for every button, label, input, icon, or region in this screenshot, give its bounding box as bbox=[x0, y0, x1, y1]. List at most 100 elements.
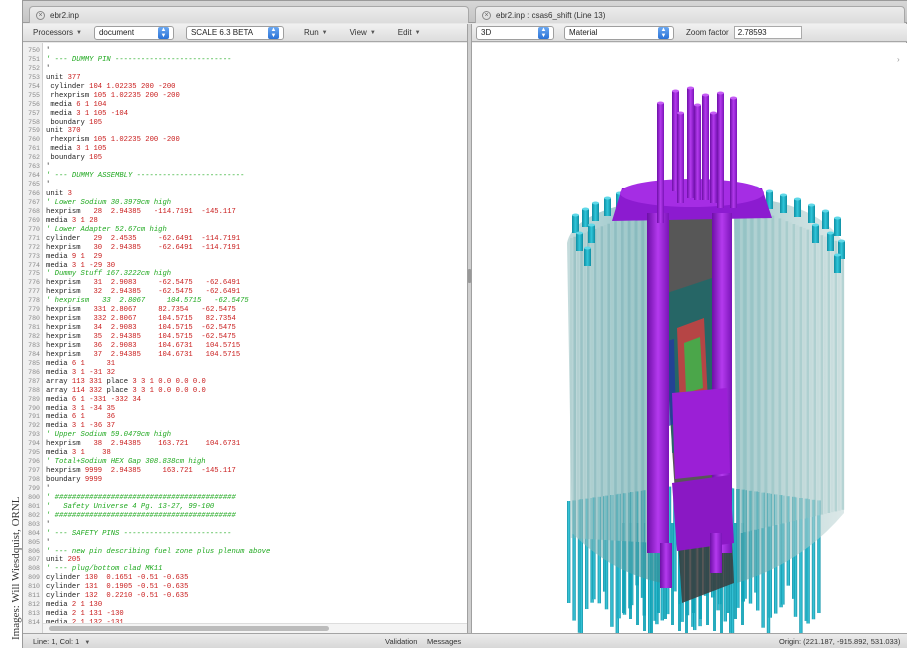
code-line[interactable]: 757 media 3 1 105 -104 bbox=[23, 110, 467, 119]
code-line[interactable]: 753 unit 377 bbox=[23, 74, 467, 83]
code-line[interactable]: 807 unit 205 bbox=[23, 556, 467, 565]
code-line[interactable]: 772 hexprism 30 2.94385 -62.6491 -114.719… bbox=[23, 244, 467, 253]
code-line[interactable]: 786 media 3 1 -31 32 bbox=[23, 369, 467, 378]
assembly-column bbox=[831, 239, 834, 513]
code-line[interactable]: 771 cylinder 29 2.4535 -62.6491 -114.7191 bbox=[23, 235, 467, 244]
edit-menu[interactable]: Edit ▼ bbox=[398, 28, 421, 37]
code-line[interactable]: 761 media 3 1 105 bbox=[23, 145, 467, 154]
close-icon[interactable]: × bbox=[482, 10, 491, 20]
code-line[interactable]: 776 hexprism 31 2.9083 -62.5475 -62.6491 bbox=[23, 279, 467, 288]
horizontal-scrollbar[interactable] bbox=[43, 623, 467, 633]
code-line[interactable]: 752 ' bbox=[23, 65, 467, 74]
messages-button[interactable]: Messages bbox=[427, 637, 461, 646]
code-line[interactable]: 802 ' ###################################… bbox=[23, 512, 467, 521]
code-line[interactable]: 813 media 2 1 131 -130 bbox=[23, 610, 467, 619]
tab-ebr2-input[interactable]: × ebr2.inp bbox=[29, 6, 469, 23]
code-line[interactable]: 754 cylinder 104 1.02235 200 -200 bbox=[23, 83, 467, 92]
code-line[interactable]: 769 media 3 1 28 bbox=[23, 217, 467, 226]
code-line[interactable]: 766 unit 3 bbox=[23, 190, 467, 199]
view-mode-select[interactable]: 3D ▲ ▼ bbox=[476, 25, 554, 40]
line-text: media 6 1 31 bbox=[46, 359, 116, 368]
cursor-position[interactable]: Line: 1, Col: 1 ▼ bbox=[33, 637, 90, 646]
line-number: 812 bbox=[28, 601, 40, 609]
assembly-column bbox=[634, 213, 638, 542]
code-line[interactable]: 795 media 3 1 38 bbox=[23, 449, 467, 458]
zoom-factor-input[interactable]: 2.78593 bbox=[733, 26, 802, 39]
code-line[interactable]: 750 ' bbox=[23, 47, 467, 56]
code-line[interactable]: 796 ' Total+Sodium HEX Gap 308.838cm high bbox=[23, 458, 467, 467]
line-number: 754 bbox=[28, 82, 40, 90]
code-line[interactable]: 809 cylinder 130 0.1651 -0.51 -0.635 bbox=[23, 574, 467, 583]
view-menu[interactable]: View ▼ bbox=[350, 28, 376, 37]
code-line[interactable]: 799 ' bbox=[23, 485, 467, 494]
line-number: 803 bbox=[28, 520, 40, 528]
code-line[interactable]: 783 hexprism 36 2.9083 104.6731 104.5715 bbox=[23, 342, 467, 351]
geometry-3d-viewer[interactable]: › bbox=[472, 43, 907, 633]
code-line[interactable]: 793 ' Upper Sodium 59.0479cm high bbox=[23, 431, 467, 440]
code-line[interactable]: 792 media 3 1 -36 37 bbox=[23, 422, 467, 431]
code-editor[interactable]: 750 ' 751 ' --- DUMMY PIN -----------------… bbox=[23, 43, 467, 633]
line-text: cylinder 132 0.2210 -0.51 -0.635 bbox=[46, 592, 189, 601]
code-line[interactable]: 806 ' --- new pin describing fuel zone pl… bbox=[23, 548, 467, 557]
assembly-column bbox=[580, 234, 583, 539]
code-line[interactable]: 779 hexprism 331 2.8067 82.7354 -62.5475 bbox=[23, 306, 467, 315]
document-select[interactable]: document ▲ ▼ bbox=[93, 25, 174, 40]
run-menu[interactable]: Run ▼ bbox=[304, 28, 328, 37]
code-line[interactable]: 774 media 3 1 -29 30 bbox=[23, 262, 467, 271]
code-line[interactable]: 805 ' bbox=[23, 539, 467, 548]
code-line[interactable]: 759 unit 370 bbox=[23, 127, 467, 136]
line-number: 777 bbox=[28, 288, 40, 296]
code-line[interactable]: 758 boundary 105 bbox=[23, 119, 467, 128]
pin-cap bbox=[582, 209, 589, 227]
code-line[interactable]: 781 hexprism 34 2.9083 104.5715 -62.5475 bbox=[23, 324, 467, 333]
code-line[interactable]: 788 array 114 332 place 3 3 1 0.0 0.0 0.0 bbox=[23, 387, 467, 396]
line-number: 798 bbox=[28, 476, 40, 483]
code-line[interactable]: 803 ' bbox=[23, 521, 467, 530]
processors-menu[interactable]: Processors ▼ bbox=[33, 28, 82, 37]
line-number: 762 bbox=[28, 154, 40, 162]
code-line[interactable]: 784 hexprism 37 2.94385 104.6731 104.5715 bbox=[23, 351, 467, 360]
code-line[interactable]: 810 cylinder 131 0.1905 -0.51 -0.635 bbox=[23, 583, 467, 592]
code-line[interactable]: 782 hexprism 35 2.94385 104.5715 -62.5475 bbox=[23, 333, 467, 342]
line-text: media 9 1 29 bbox=[46, 252, 103, 261]
code-line[interactable]: 801 ' Safety Universe 4 Pg. 13-27, 99-100 bbox=[23, 503, 467, 512]
scrollbar-thumb[interactable] bbox=[49, 626, 329, 631]
code-line[interactable]: 797 hexprism 9999 2.94385 163.721 -145.11… bbox=[23, 467, 467, 476]
code-line[interactable]: 785 media 6 1 31 bbox=[23, 360, 467, 369]
code-line[interactable]: 764 ' --- DUMMY ASSEMBLY ----------------… bbox=[23, 172, 467, 181]
code-line[interactable]: 804 ' --- SAFETY PINS -------------------… bbox=[23, 530, 467, 539]
tab-geometry-viewer[interactable]: × ebr2.inp : csas6_shift (Line 13) bbox=[475, 6, 905, 23]
close-icon[interactable]: × bbox=[36, 10, 45, 20]
pin-cap bbox=[812, 225, 819, 243]
code-line[interactable]: 751 ' --- DUMMY PIN ---------------------… bbox=[23, 56, 467, 65]
splitter-grip-icon[interactable] bbox=[468, 269, 471, 283]
code-line[interactable]: 790 media 3 1 -34 35 bbox=[23, 405, 467, 414]
color-by-select[interactable]: Material ▲ ▼ bbox=[564, 25, 674, 40]
code-line[interactable]: 770 ' Lower Adapter 52.67cm high bbox=[23, 226, 467, 235]
code-line[interactable]: 768 hexprism 28 2.94385 -114.7191 -145.11… bbox=[23, 208, 467, 217]
code-line[interactable]: 765 ' bbox=[23, 181, 467, 190]
code-line[interactable]: 798 boundary 9999 bbox=[23, 476, 467, 485]
code-line[interactable]: 812 media 2 1 130 bbox=[23, 601, 467, 610]
assembly-column bbox=[641, 210, 644, 543]
code-line[interactable]: 789 media 6 1 -331 -332 34 bbox=[23, 396, 467, 405]
code-line[interactable]: 767 ' Lower Sodium 30.3979cm high bbox=[23, 199, 467, 208]
code-line[interactable]: 760 rhexprism 105 1.02235 200 -200 bbox=[23, 136, 467, 145]
code-line[interactable]: 808 ' --- plug/bottom clad MK11 bbox=[23, 565, 467, 574]
code-line[interactable]: 791 media 6 1 36 bbox=[23, 413, 467, 422]
scale-version-select[interactable]: SCALE 6.3 BETA ▲ ▼ bbox=[185, 25, 284, 40]
code-line[interactable]: 755 rhexprism 105 1.02235 200 -200 bbox=[23, 92, 467, 101]
code-line[interactable]: 811 cylinder 132 0.2210 -0.51 -0.635 bbox=[23, 592, 467, 601]
code-line[interactable]: 787 array 113 331 place 3 3 1 0.0 0.0 0.0 bbox=[23, 378, 467, 387]
code-line[interactable]: 775 ' Dummy Stuff 167.3222cm high bbox=[23, 270, 467, 279]
code-line[interactable]: 763 ' bbox=[23, 163, 467, 172]
code-line[interactable]: 762 boundary 105 bbox=[23, 154, 467, 163]
code-line[interactable]: 800 ' ###################################… bbox=[23, 494, 467, 503]
code-line[interactable]: 780 hexprism 332 2.8067 104.5715 82.7354 bbox=[23, 315, 467, 324]
code-line[interactable]: 778 ' hexprism 33 2.8067 104.5715 -62.547… bbox=[23, 297, 467, 306]
code-line[interactable]: 773 media 9 1 29 bbox=[23, 253, 467, 262]
code-line[interactable]: 756 media 6 1 104 bbox=[23, 101, 467, 110]
code-line[interactable]: 794 hexprism 38 2.94385 163.721 104.6731 bbox=[23, 440, 467, 449]
validation-button[interactable]: Validation bbox=[385, 637, 417, 646]
code-line[interactable]: 777 hexprism 32 2.94385 -62.5475 -62.6491 bbox=[23, 288, 467, 297]
